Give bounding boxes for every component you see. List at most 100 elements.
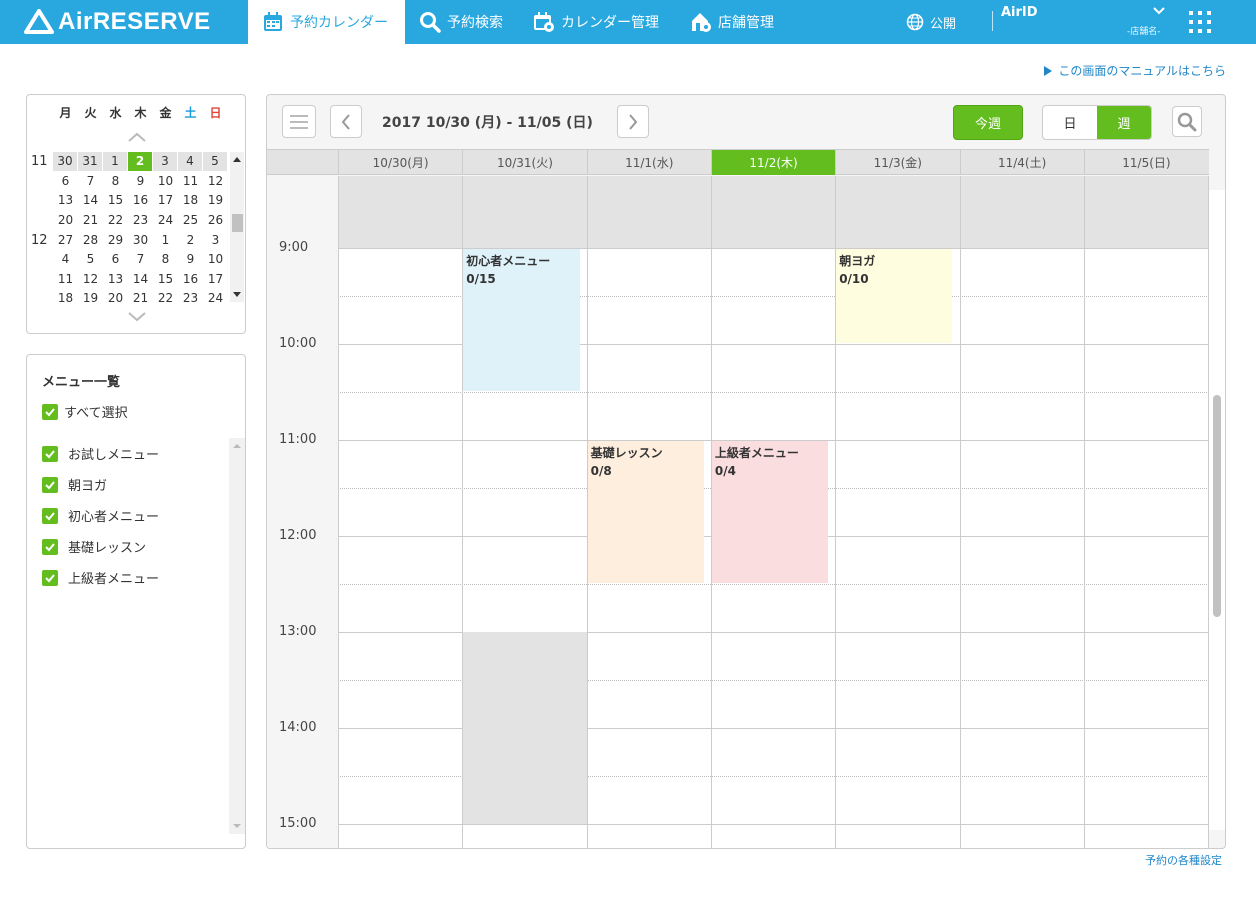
mini-calendar-day[interactable]: 2 (128, 152, 153, 172)
checkbox-checked-icon[interactable] (42, 538, 58, 555)
mini-calendar-day[interactable]: 8 (153, 250, 178, 269)
mini-calendar-day[interactable]: 2 (178, 231, 203, 250)
checkbox-checked-icon[interactable] (42, 403, 58, 420)
mini-calendar-day[interactable]: 22 (103, 211, 128, 230)
calendar-search-button[interactable] (1172, 106, 1202, 137)
mini-calendar-day[interactable]: 7 (78, 172, 103, 191)
mini-calendar-day[interactable]: 5 (78, 250, 103, 269)
mini-calendar-day[interactable]: 15 (103, 191, 128, 210)
scroll-up-icon[interactable] (233, 157, 241, 162)
this-week-button[interactable]: 今週 (953, 105, 1023, 140)
view-day-button[interactable]: 日 (1043, 106, 1097, 139)
mini-calendar-day[interactable]: 16 (178, 270, 203, 289)
mini-calendar-day[interactable]: 21 (128, 289, 153, 302)
day-column-header[interactable]: 11/5(日) (1083, 150, 1208, 175)
mini-calendar-day[interactable]: 17 (153, 191, 178, 210)
day-column-header[interactable]: 11/1(水) (586, 150, 711, 175)
mini-calendar-day[interactable]: 12 (78, 270, 103, 289)
airid-label[interactable]: AirID (1001, 5, 1038, 20)
view-week-button[interactable]: 週 (1097, 106, 1151, 139)
next-week-button[interactable] (617, 105, 649, 138)
mini-calendar-day[interactable]: 5 (203, 152, 228, 172)
mini-calendar-day[interactable]: 10 (203, 250, 228, 269)
mini-calendar-day[interactable]: 9 (128, 172, 153, 191)
menu-item-checkbox[interactable]: 朝ヨガ (42, 469, 159, 500)
mini-calendar-day[interactable]: 10 (153, 172, 178, 191)
mini-calendar-day[interactable]: 12 (203, 172, 228, 191)
nav-reservation-calendar[interactable]: 予約カレンダー (248, 0, 405, 44)
mini-calendar-day[interactable]: 18 (53, 289, 78, 302)
mini-calendar-day[interactable]: 14 (78, 191, 103, 210)
mini-calendar-day[interactable]: 1 (103, 152, 128, 172)
mini-calendar-day[interactable]: 31 (78, 152, 103, 172)
mini-calendar-day[interactable]: 7 (128, 250, 153, 269)
mini-calendar-day[interactable]: 11 (53, 270, 78, 289)
mini-calendar-day[interactable]: 29 (103, 231, 128, 250)
mini-calendar-day[interactable]: 23 (128, 211, 153, 230)
scroll-thumb[interactable] (232, 214, 243, 232)
publish-button[interactable]: 公開 (906, 0, 956, 44)
scroll-down-icon[interactable] (233, 824, 241, 828)
mini-calendar-day[interactable]: 19 (203, 191, 228, 210)
mini-calendar-day[interactable]: 13 (53, 191, 78, 210)
checkbox-checked-icon[interactable] (42, 476, 58, 493)
day-column-header[interactable]: 10/31(火) (462, 150, 586, 175)
mini-calendar-day[interactable]: 4 (178, 152, 203, 172)
mini-calendar-day[interactable]: 20 (103, 289, 128, 302)
mini-calendar-day[interactable]: 11 (178, 172, 203, 191)
mini-calendar-day[interactable]: 3 (153, 152, 178, 172)
reservation-event[interactable]: 初心者メニュー 0/15 (463, 249, 580, 391)
mini-calendar-day[interactable]: 26 (203, 211, 228, 230)
day-column-header[interactable]: 11/2(木) (710, 150, 836, 175)
mini-calendar-day[interactable]: 19 (78, 289, 103, 302)
day-column-header[interactable]: 11/3(金) (835, 150, 959, 175)
mini-calendar-day[interactable]: 27 (53, 231, 78, 250)
reservation-settings-link[interactable]: 予約の各種設定 (1145, 852, 1222, 868)
menu-list-scrollbar[interactable] (229, 438, 245, 834)
mini-calendar-day[interactable]: 25 (178, 211, 203, 230)
mini-calendar-day[interactable]: 17 (203, 270, 228, 289)
mini-calendar-scrollbar[interactable] (230, 152, 244, 302)
mini-calendar-day[interactable]: 28 (78, 231, 103, 250)
mini-calendar-day[interactable]: 30 (53, 152, 78, 172)
menu-item-checkbox[interactable]: お試しメニュー (42, 438, 159, 469)
chevron-down-icon[interactable] (127, 311, 147, 323)
mini-calendar-day[interactable]: 22 (153, 289, 178, 302)
nav-store-management[interactable]: 店舗管理 (690, 0, 774, 44)
mini-calendar-day[interactable]: 9 (178, 250, 203, 269)
mini-calendar-day[interactable]: 3 (203, 231, 228, 250)
menu-item-checkbox[interactable]: 上級者メニュー (42, 562, 159, 593)
menu-item-checkbox[interactable]: 基礎レッスン (42, 531, 159, 562)
mini-calendar-day[interactable]: 8 (103, 172, 128, 191)
mini-calendar-day[interactable]: 13 (103, 270, 128, 289)
checkbox-checked-icon[interactable] (42, 569, 58, 586)
app-grid-icon[interactable] (1189, 11, 1211, 33)
reservation-event[interactable]: 基礎レッスン 0/8 (587, 441, 704, 583)
day-column-header[interactable]: 10/30(月) (338, 150, 462, 175)
mini-calendar-day[interactable]: 14 (128, 270, 153, 289)
mini-calendar-day[interactable]: 24 (153, 211, 178, 230)
select-all-checkbox[interactable]: すべて選択 (42, 402, 128, 421)
mini-calendar-day[interactable]: 21 (78, 211, 103, 230)
chevron-down-icon[interactable] (1152, 6, 1166, 16)
manual-link[interactable]: この画面のマニュアルはこちら (1044, 62, 1226, 79)
mini-calendar-day[interactable]: 6 (53, 172, 78, 191)
mini-calendar-day[interactable]: 4 (53, 250, 78, 269)
menu-item-checkbox[interactable]: 初心者メニュー (42, 500, 159, 531)
mini-calendar-day[interactable]: 16 (128, 191, 153, 210)
reservation-event[interactable]: 朝ヨガ 0/10 (836, 249, 953, 343)
airreserve-logo[interactable]: AirRESERVE (24, 6, 211, 38)
checkbox-checked-icon[interactable] (42, 507, 58, 524)
mini-calendar-day[interactable]: 23 (178, 289, 203, 302)
nav-reservation-search[interactable]: 予約検索 (419, 0, 503, 44)
checkbox-checked-icon[interactable] (42, 445, 58, 462)
mini-calendar-day[interactable]: 1 (153, 231, 178, 250)
prev-week-button[interactable] (330, 105, 362, 138)
mini-calendar-day[interactable]: 24 (203, 289, 228, 302)
scroll-up-icon[interactable] (233, 444, 241, 448)
mini-calendar-day[interactable]: 6 (103, 250, 128, 269)
day-column-header[interactable]: 11/4(土) (959, 150, 1084, 175)
scroll-thumb[interactable] (1213, 395, 1221, 617)
chevron-up-icon[interactable] (127, 131, 147, 143)
mini-calendar-day[interactable]: 18 (178, 191, 203, 210)
